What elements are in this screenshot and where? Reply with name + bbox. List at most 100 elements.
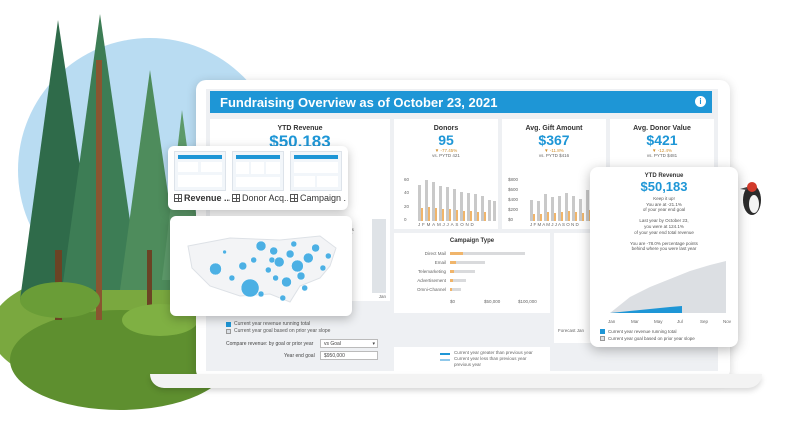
current-year-bar[interactable] bbox=[554, 213, 556, 221]
month-bar-group[interactable] bbox=[481, 196, 486, 221]
month-bar-group[interactable] bbox=[432, 182, 437, 221]
popup-x-tick: Nov bbox=[723, 319, 732, 324]
donor-location-bubble[interactable] bbox=[209, 262, 222, 276]
donor-location-bubble[interactable] bbox=[268, 256, 276, 264]
popup-notes: Keep it up! You are at -21.1% of your year… bbox=[590, 196, 738, 252]
donors-bar-chart[interactable] bbox=[418, 179, 496, 221]
thumbnail-donor-caption[interactable]: Donor Acq... bbox=[232, 193, 288, 203]
current-year-bar[interactable] bbox=[540, 214, 542, 221]
popup-note-line: behind where you were last year bbox=[631, 246, 697, 252]
month-bar-group[interactable] bbox=[425, 180, 430, 221]
donor-location-bubble[interactable] bbox=[279, 294, 287, 302]
month-bar-group[interactable] bbox=[446, 187, 451, 221]
thumbnail-campaign-caption[interactable]: Campaign ... bbox=[290, 193, 346, 203]
popup-x-tick: Sep bbox=[700, 319, 709, 324]
prior-year-bar[interactable] bbox=[493, 201, 496, 221]
donor-location-bubble[interactable] bbox=[281, 276, 292, 288]
donor-location-bubble[interactable] bbox=[290, 240, 298, 248]
campaign-bar-current[interactable] bbox=[450, 261, 456, 264]
campaign-x-tick: $100,000 bbox=[518, 299, 537, 304]
donor-map-panel[interactable] bbox=[170, 216, 352, 316]
legend-running-total: Current year revenue running total bbox=[226, 321, 310, 327]
compare-revenue-select[interactable]: vs Goal ▾ bbox=[320, 339, 378, 348]
current-year-bar[interactable] bbox=[456, 210, 458, 221]
donor-location-bubble[interactable] bbox=[228, 274, 236, 282]
donor-location-bubble[interactable] bbox=[301, 284, 308, 292]
donor-location-bubble[interactable] bbox=[240, 278, 260, 298]
month-bar-group[interactable] bbox=[579, 199, 584, 221]
current-year-bar[interactable] bbox=[449, 209, 451, 221]
y-tick-label: 40 bbox=[404, 190, 410, 196]
donor-location-bubble[interactable] bbox=[291, 259, 304, 273]
sheet-thumbnails-panel: Revenue ... Donor Acq... Campaign ... bbox=[168, 146, 348, 210]
month-bar-group[interactable] bbox=[565, 193, 570, 221]
campaign-bar-current[interactable] bbox=[450, 288, 452, 291]
month-bar-group[interactable] bbox=[551, 197, 556, 221]
info-icon[interactable]: i bbox=[695, 96, 706, 107]
month-bar-group[interactable] bbox=[488, 200, 491, 221]
current-year-bar[interactable] bbox=[435, 208, 437, 221]
current-year-bar[interactable] bbox=[568, 211, 570, 221]
donor-location-bubble[interactable] bbox=[238, 261, 248, 271]
month-bar-group[interactable] bbox=[544, 194, 549, 221]
donor-location-bubble[interactable] bbox=[272, 274, 279, 282]
current-year-bar[interactable] bbox=[463, 211, 465, 221]
y-tick-label: 60 bbox=[404, 177, 410, 182]
current-year-bar[interactable] bbox=[421, 208, 423, 221]
month-bar-group[interactable] bbox=[460, 192, 465, 221]
popup-x-tick: Mar bbox=[631, 319, 639, 324]
month-bar-group[interactable] bbox=[467, 193, 472, 221]
current-year-bar[interactable] bbox=[582, 213, 584, 221]
current-year-bar[interactable] bbox=[477, 212, 479, 221]
prior-year-bar[interactable] bbox=[488, 200, 491, 221]
monitor-base bbox=[150, 374, 762, 388]
month-bar-group[interactable] bbox=[493, 201, 496, 221]
donor-location-bubble[interactable] bbox=[325, 252, 332, 260]
month-bar-group[interactable] bbox=[474, 194, 479, 221]
donors-card[interactable]: Donors 95 ▼ -77.45% vs. PYTD 421 60 40 20 0… bbox=[394, 119, 498, 229]
popup-revenue-chart[interactable] bbox=[590, 253, 738, 319]
donor-location-bubble[interactable] bbox=[311, 243, 320, 253]
donor-location-bubble[interactable] bbox=[296, 271, 306, 281]
month-bar-group[interactable] bbox=[537, 201, 542, 221]
donor-location-bubble[interactable] bbox=[222, 249, 227, 255]
donor-location-bubble[interactable] bbox=[285, 249, 295, 259]
donor-location-bubble[interactable] bbox=[303, 252, 314, 264]
current-year-bar[interactable] bbox=[561, 212, 563, 221]
month-bar-group[interactable] bbox=[558, 196, 563, 221]
month-bar-group[interactable] bbox=[439, 186, 444, 221]
thumbnail-revenue-caption[interactable]: Revenue ... bbox=[174, 193, 230, 203]
current-year-bar[interactable] bbox=[470, 211, 472, 221]
current-year-bar[interactable] bbox=[547, 212, 549, 221]
month-bar-group[interactable] bbox=[572, 196, 577, 221]
ytd-axis-end: Jan bbox=[378, 294, 386, 299]
campaign-bar-current[interactable] bbox=[450, 279, 453, 282]
current-year-bar[interactable] bbox=[484, 212, 486, 221]
donor-location-bubble[interactable] bbox=[273, 256, 285, 268]
ytd-revenue-popup[interactable]: YTD Revenue $50,183 Keep it up! You are a… bbox=[590, 167, 738, 347]
avg-gift-title: Avg. Gift Amount bbox=[525, 125, 583, 132]
donor-location-bubble[interactable] bbox=[319, 264, 327, 272]
thumbnail-donor-acquisition[interactable] bbox=[232, 151, 284, 191]
donor-location-bubble[interactable] bbox=[250, 256, 257, 264]
current-year-bar[interactable] bbox=[533, 214, 535, 221]
campaign-type-card[interactable]: Campaign Type Direct Mail Email Telemarket… bbox=[394, 233, 550, 313]
donor-location-bubble[interactable] bbox=[265, 266, 272, 274]
month-bar-group[interactable] bbox=[530, 200, 535, 221]
donor-bubble-map[interactable] bbox=[170, 216, 352, 316]
current-year-bar[interactable] bbox=[575, 212, 577, 221]
donor-location-bubble[interactable] bbox=[257, 290, 265, 298]
current-year-bar[interactable] bbox=[442, 209, 444, 221]
campaign-bar-current[interactable] bbox=[450, 270, 454, 273]
thumbnail-revenue[interactable] bbox=[174, 151, 226, 191]
year-end-goal-input[interactable]: $950,000 bbox=[320, 351, 378, 360]
month-bar-group[interactable] bbox=[453, 189, 458, 221]
avg-gift-vs: vs. PYTD $416 bbox=[538, 153, 570, 158]
thumbnail-campaign[interactable] bbox=[290, 151, 342, 191]
month-bar-group[interactable] bbox=[418, 185, 423, 221]
donor-location-bubble[interactable] bbox=[269, 246, 278, 256]
current-year-bar[interactable] bbox=[428, 207, 430, 221]
donor-location-bubble[interactable] bbox=[255, 240, 267, 252]
campaign-bar-current[interactable] bbox=[450, 252, 463, 255]
sheet-grid-icon bbox=[290, 194, 298, 202]
